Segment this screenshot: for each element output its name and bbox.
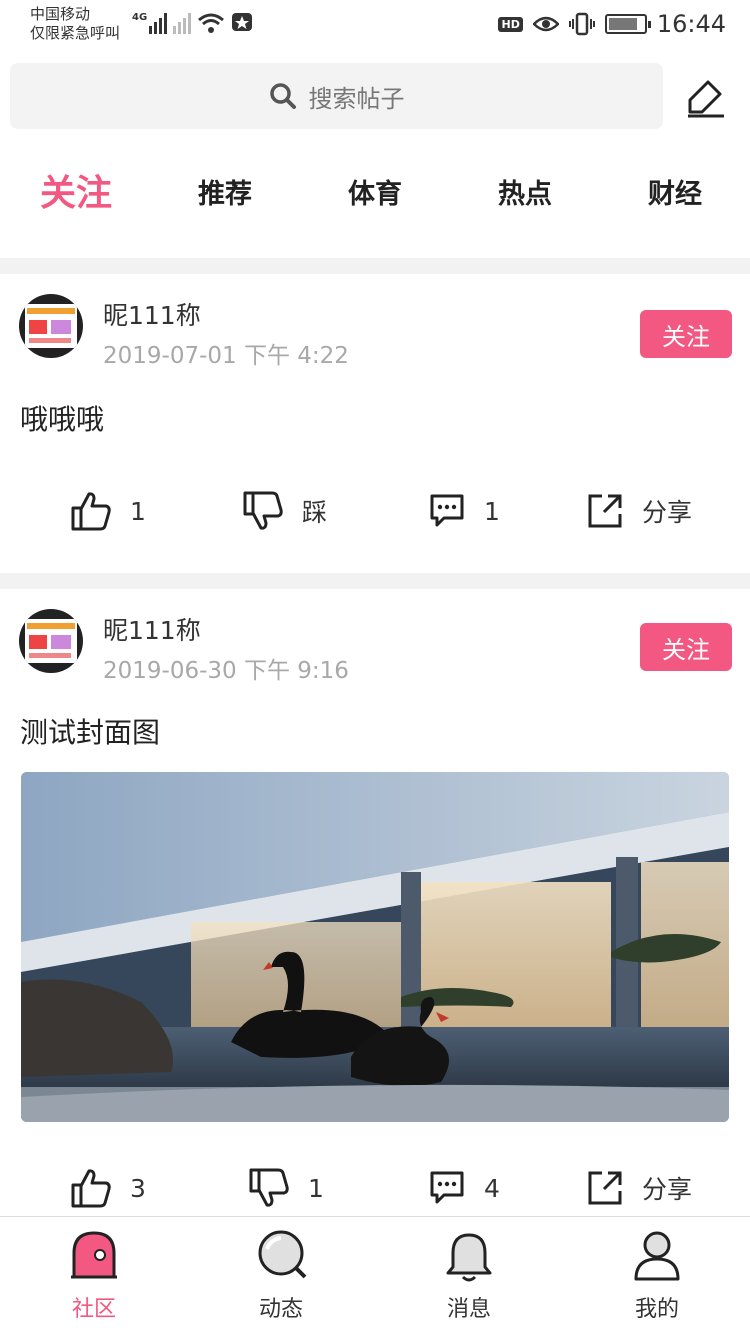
post-card: 昵111称 2019-07-01 下午 4:22 关注 哦哦哦 1 踩 1 分享 xyxy=(0,274,750,574)
status-bar: 中国移动 仅限紧急呼叫 4G HD 16:44 xyxy=(0,0,750,52)
tab-finance[interactable]: 财经 xyxy=(648,172,702,211)
comment-icon xyxy=(430,494,464,527)
comment-count: 1 xyxy=(484,496,500,526)
dislike-button[interactable]: 踩 xyxy=(242,486,327,536)
hd-icon: HD xyxy=(498,16,523,32)
edit-post-icon[interactable] xyxy=(684,76,728,120)
like-button[interactable]: 1 xyxy=(70,486,146,536)
eye-comfort-icon xyxy=(532,16,559,32)
divider xyxy=(0,573,750,589)
share-label: 分享 xyxy=(642,1175,693,1204)
thumbs-down-icon xyxy=(249,1168,289,1207)
follow-button[interactable]: 关注 xyxy=(640,623,732,671)
post-actions: 3 1 4 分享 xyxy=(0,1163,750,1213)
vibrate-icon xyxy=(568,12,595,36)
nav-item-feed[interactable]: 动态 xyxy=(231,1217,331,1333)
nav-item-profile[interactable]: 我的 xyxy=(607,1217,707,1333)
bell-icon xyxy=(446,1233,492,1282)
share-label: 分享 xyxy=(642,498,693,527)
nav-item-messages[interactable]: 消息 xyxy=(419,1217,519,1333)
signal-icons: 4G xyxy=(132,12,253,34)
emergency-only-text: 仅限紧急呼叫 xyxy=(30,24,121,42)
post-timestamp: 2019-06-30 下午 9:16 xyxy=(103,658,349,684)
comment-count: 4 xyxy=(484,1173,500,1203)
nav-item-community[interactable]: 社区 xyxy=(44,1217,144,1333)
notification-star-icon xyxy=(232,13,253,31)
search-placeholder: 搜索帖子 xyxy=(308,84,405,113)
dislike-count: 1 xyxy=(308,1173,324,1203)
nav-label-messages: 消息 xyxy=(446,1297,491,1322)
post-cover-image[interactable] xyxy=(21,772,729,1122)
share-icon xyxy=(588,1171,622,1205)
system-status: HD 16:44 xyxy=(498,10,726,38)
dislike-label: 踩 xyxy=(302,498,328,527)
share-button[interactable]: 分享 xyxy=(586,486,692,536)
black-swans-photo xyxy=(21,772,729,1122)
tab-follow[interactable]: 关注 xyxy=(40,164,112,216)
share-icon xyxy=(588,494,622,528)
post-username[interactable]: 昵111称 xyxy=(103,611,201,647)
post-actions: 1 踩 1 分享 xyxy=(0,486,750,536)
divider xyxy=(0,258,750,274)
share-button[interactable]: 分享 xyxy=(586,1163,692,1213)
bottom-nav: 社区 动态 消息 我的 xyxy=(0,1216,750,1333)
avatar[interactable] xyxy=(19,294,83,358)
clock: 16:44 xyxy=(656,10,726,38)
network-type-label: 4G xyxy=(132,12,148,23)
like-button[interactable]: 3 xyxy=(70,1163,146,1213)
avatar[interactable] xyxy=(19,609,83,673)
dislike-button[interactable]: 1 xyxy=(248,1163,324,1213)
comment-button[interactable]: 1 xyxy=(428,486,500,536)
like-count: 3 xyxy=(130,1173,146,1203)
tab-hot[interactable]: 热点 xyxy=(498,172,552,211)
thumbs-down-icon xyxy=(243,491,283,530)
like-count: 1 xyxy=(130,496,146,526)
tab-recommend[interactable]: 推荐 xyxy=(198,172,252,211)
explore-icon xyxy=(258,1230,307,1279)
nav-label-feed: 动态 xyxy=(258,1297,303,1322)
thumbs-up-icon xyxy=(71,492,111,531)
wifi-icon xyxy=(198,13,225,33)
post-text[interactable]: 测试封面图 xyxy=(20,711,160,751)
signal-strength-icon xyxy=(149,12,168,34)
search-input[interactable]: 搜索帖子 xyxy=(10,63,663,129)
tab-sports[interactable]: 体育 xyxy=(348,172,402,211)
community-icon xyxy=(71,1231,117,1279)
post-text[interactable]: 哦哦哦 xyxy=(20,398,104,438)
nav-label-profile: 我的 xyxy=(634,1297,679,1322)
comment-icon xyxy=(430,1171,464,1204)
search-icon xyxy=(269,83,296,109)
thumbs-up-icon xyxy=(71,1169,111,1208)
signal-no-sim-icon xyxy=(173,12,192,34)
nav-label-community: 社区 xyxy=(71,1297,116,1322)
carrier-name: 中国移动 xyxy=(30,5,91,23)
carrier-info: 中国移动 仅限紧急呼叫 xyxy=(30,5,120,43)
post-username[interactable]: 昵111称 xyxy=(103,296,201,332)
follow-button[interactable]: 关注 xyxy=(640,310,732,358)
profile-icon xyxy=(634,1231,680,1281)
battery-icon xyxy=(604,14,651,34)
category-tabs: 关注 推荐 体育 热点 财经 xyxy=(0,160,750,220)
post-timestamp: 2019-07-01 下午 4:22 xyxy=(103,343,349,369)
comment-button[interactable]: 4 xyxy=(428,1163,500,1213)
